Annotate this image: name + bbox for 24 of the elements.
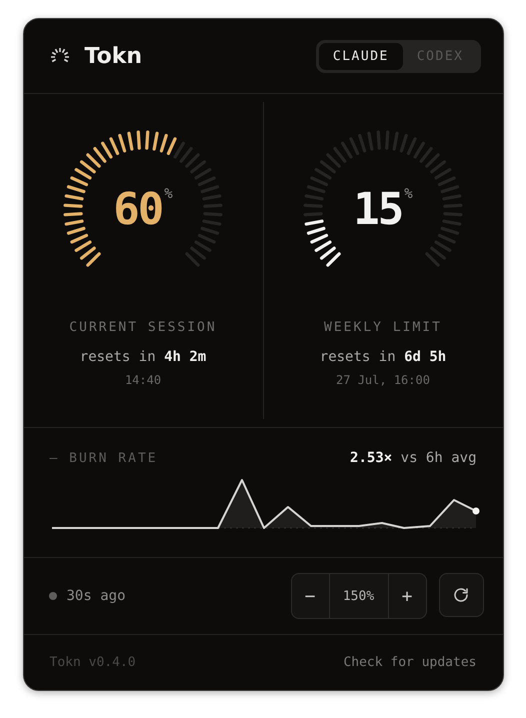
reset-countdown: resets in 6d 5h [320, 349, 446, 365]
usage-percent: 60 [113, 188, 162, 232]
zoom-value: 150% [328, 574, 388, 618]
status-dot [48, 592, 56, 600]
zoom-in-button[interactable]: + [388, 574, 426, 618]
usage-percent: 15 [353, 188, 402, 232]
version-text: Tokn v0.4.0 [50, 655, 136, 670]
provider-tab[interactable]: CLAUDE [318, 42, 403, 70]
gauge-label: WEEKLY LIMIT [324, 320, 442, 335]
percent-sign: % [404, 186, 413, 202]
reset-countdown: resets in 4h 2m [80, 349, 206, 365]
logo-icon [48, 47, 70, 65]
app-title: Tokn [84, 44, 142, 68]
refresh-icon [452, 586, 470, 604]
burn-rate-value: 2.53× vs 6h avg [350, 450, 476, 466]
reset-time: 14:40 [124, 373, 162, 387]
update-link[interactable]: Check for updates [343, 655, 476, 670]
gauge-label: CURRENT SESSION [69, 320, 217, 335]
zoom-out-button[interactable]: − [292, 574, 328, 618]
section-label: — BURN RATE [50, 450, 158, 466]
last-updated: 30s ago [66, 588, 126, 604]
refresh-button[interactable] [438, 573, 484, 617]
reset-time: 27 Jul, 16:00 [336, 373, 430, 387]
percent-sign: % [164, 186, 173, 202]
